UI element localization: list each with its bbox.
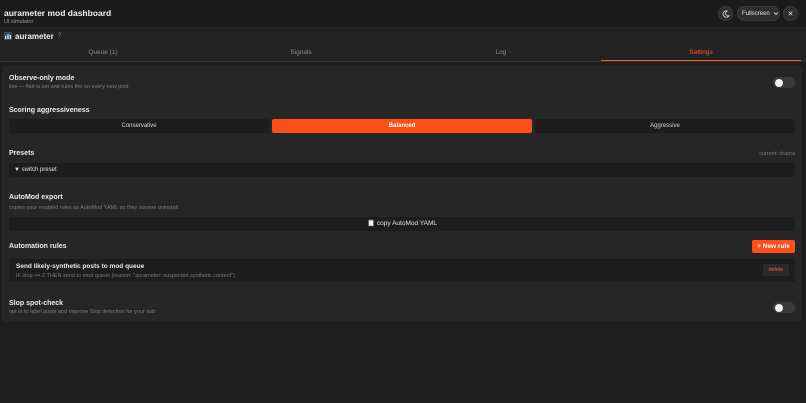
copy-automod-button[interactable]: 📋 copy AutoMod YAML (9, 217, 795, 231)
scoring-option-conservative[interactable]: Conservative (9, 119, 269, 133)
help-icon[interactable]: ? (58, 33, 61, 39)
theme-toggle-button[interactable] (718, 6, 733, 21)
toggle-knob (774, 303, 783, 312)
rule-desc: IF slop >= 2 THEN send to mod queue (rea… (16, 273, 236, 279)
app-subtitle: UI simulator (4, 19, 34, 25)
app-header: aurameter ? (0, 27, 806, 45)
delete-rule-button[interactable]: delete (763, 264, 789, 276)
scoring-segmented-control: Conservative Balanced Aggressive (9, 119, 795, 133)
tab-signals[interactable]: Signals (201, 45, 401, 61)
rule-title: Send likely-synthetic posts to mod queue (16, 263, 145, 270)
bar-chart-icon (4, 32, 12, 40)
fullscreen-label: Fullscreen (742, 10, 770, 17)
slop-desc: opt in to label posts and improve Slop d… (9, 309, 156, 315)
slop-toggle[interactable] (773, 302, 795, 313)
rules-title: Automation rules (9, 243, 67, 250)
tab-settings[interactable]: Settings (601, 45, 801, 61)
close-button[interactable]: ✕ (783, 6, 798, 21)
window-titlebar: aurameter mod dashboard UI simulator Ful… (0, 0, 806, 27)
observe-title: Observe-only mode (9, 75, 75, 82)
toggle-knob (774, 78, 783, 87)
scoring-option-balanced[interactable]: Balanced (272, 119, 532, 133)
rule-card: Send likely-synthetic posts to mod queue… (9, 259, 795, 282)
scoring-title: Scoring aggressiveness (9, 107, 90, 114)
automod-desc: copies your enabled rules as AutoMod YAM… (9, 205, 178, 211)
brand-name: aurameter (15, 32, 54, 41)
tab-bar: Queue (1) Signals Log Settings (0, 45, 806, 62)
chevron-down-icon (773, 12, 779, 16)
preset-select[interactable]: ▼ switch preset (9, 163, 795, 177)
close-icon: ✕ (787, 10, 794, 18)
current-preset: current: drama (759, 151, 795, 157)
observe-desc: live — flair is set and rules fire on ev… (9, 84, 129, 90)
presets-title: Presets (9, 150, 35, 157)
tab-queue[interactable]: Queue (1) (3, 45, 203, 61)
moon-icon (722, 9, 730, 18)
new-rule-button[interactable]: + New rule (752, 240, 795, 253)
scoring-option-aggressive[interactable]: Aggressive (535, 119, 795, 133)
automod-title: AutoMod export (9, 194, 63, 201)
app-title: aurameter mod dashboard (4, 8, 112, 18)
observe-toggle[interactable] (773, 77, 795, 88)
tab-log[interactable]: Log (401, 45, 601, 61)
fullscreen-button[interactable]: Fullscreen (737, 6, 780, 21)
slop-title: Slop spot-check (9, 300, 64, 307)
settings-panel: Observe-only mode live — flair is set an… (2, 66, 802, 322)
